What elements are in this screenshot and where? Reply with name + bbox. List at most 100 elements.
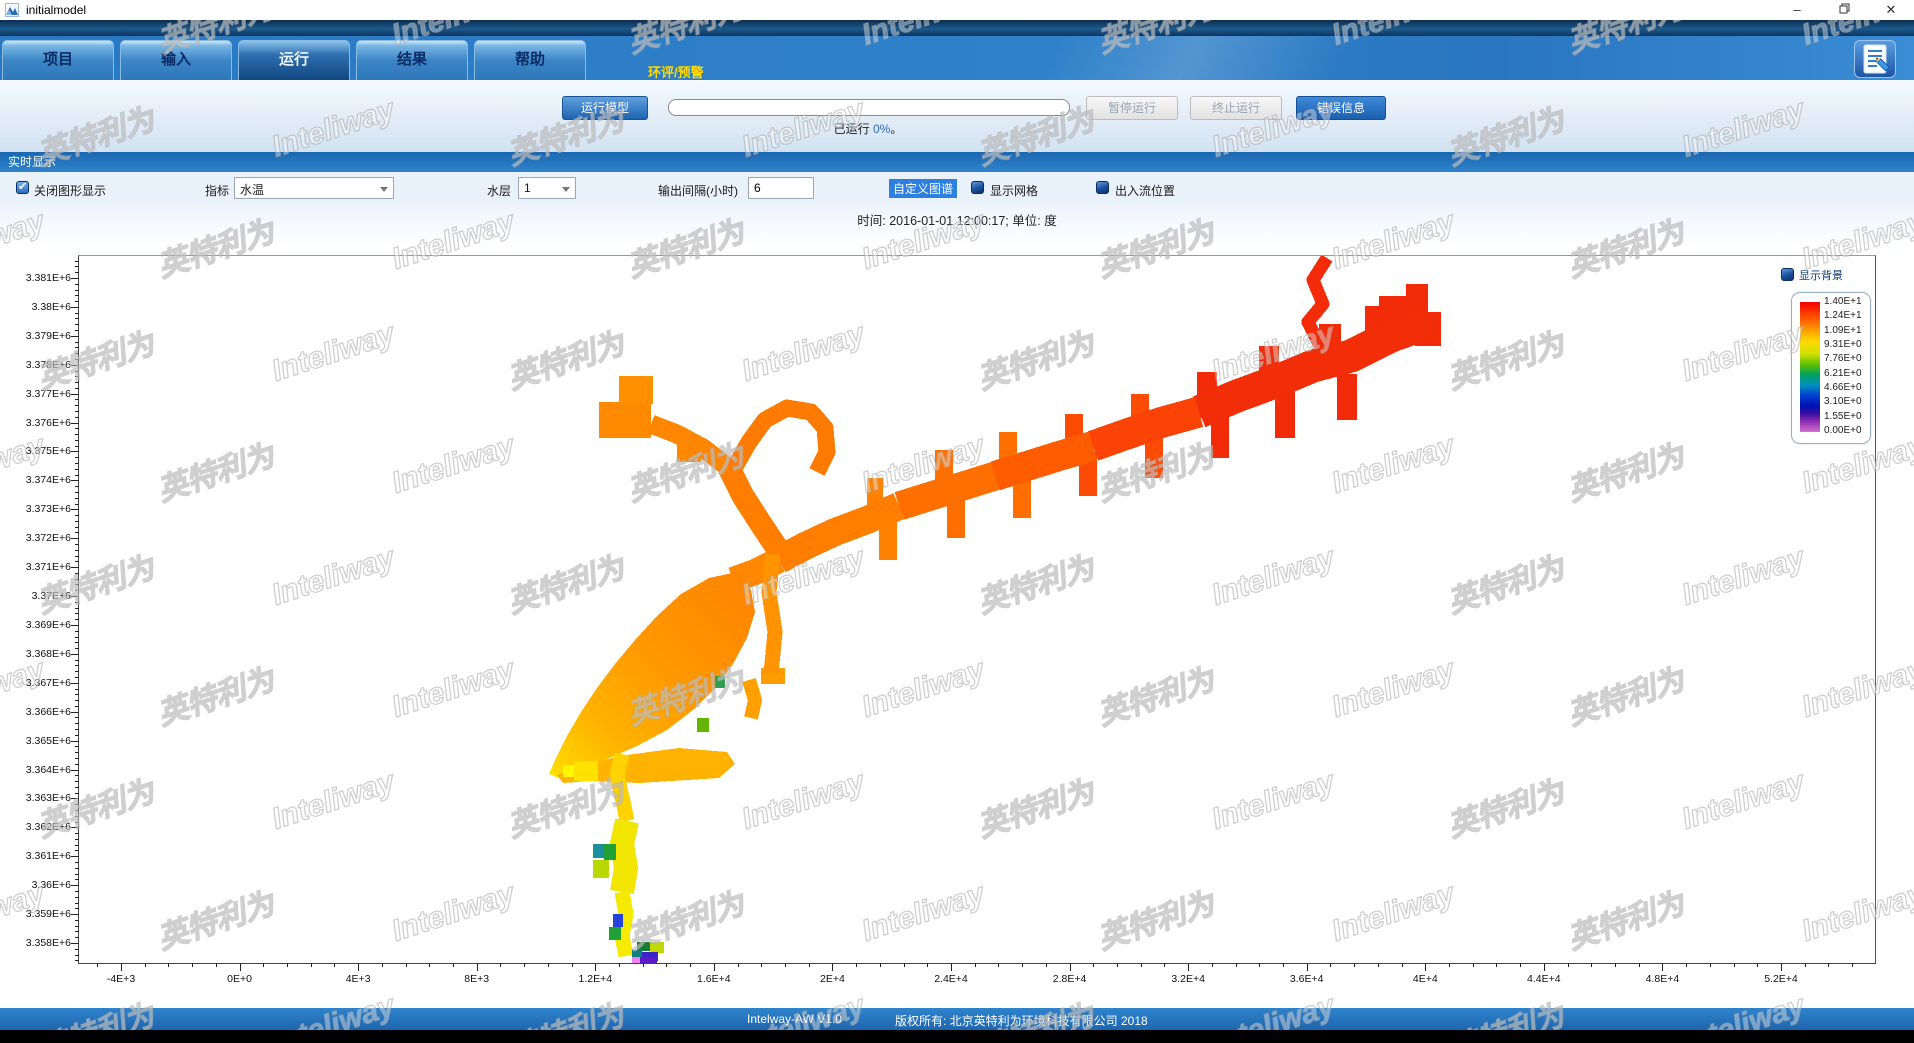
x-axis-label: 2.4E+4 <box>909 973 993 985</box>
legend-value: 1.24E+1 <box>1824 311 1862 321</box>
show-background-toggle[interactable]: 显示背景 <box>1781 266 1843 283</box>
y-axis-tick <box>71 654 79 655</box>
y-axis-label: 3.368E+6 <box>3 648 71 660</box>
tab-help[interactable]: 帮助 <box>474 40 586 80</box>
x-axis-tick <box>382 963 383 967</box>
pause-run-button[interactable]: 暂停运行 <box>1086 96 1178 120</box>
x-axis-tick <box>1354 963 1355 967</box>
y-axis-tick <box>75 706 79 707</box>
y-axis-tick <box>75 579 79 580</box>
y-axis-tick <box>75 388 79 389</box>
restore-button[interactable] <box>1821 0 1867 20</box>
x-axis-tick <box>666 963 667 967</box>
y-axis-tick <box>75 746 79 747</box>
x-axis-tick <box>1591 963 1592 967</box>
legend-box: 1.40E+11.24E+11.09E+19.31E+07.76E+06.21E… <box>1791 292 1871 444</box>
y-axis-tick <box>71 278 79 279</box>
restore-icon <box>1839 3 1850 14</box>
indicator-select[interactable]: 水温 <box>234 177 394 199</box>
x-axis-tick <box>1236 963 1237 967</box>
bottom-black-strip <box>0 1030 1914 1043</box>
y-axis-tick <box>75 804 79 805</box>
y-axis-label: 3.359E+6 <box>3 908 71 920</box>
error-info-button[interactable]: 错误信息 <box>1296 96 1386 120</box>
y-axis-tick <box>71 509 79 510</box>
y-axis-tick <box>71 480 79 481</box>
y-axis-tick <box>71 365 79 366</box>
y-axis-tick <box>75 775 79 776</box>
tab-result[interactable]: 结果 <box>356 40 468 80</box>
tab-run[interactable]: 运行 <box>238 40 350 80</box>
x-axis-label: -4E+3 <box>79 973 163 985</box>
x-axis-tick <box>998 963 999 967</box>
x-axis-tick <box>1425 963 1426 971</box>
y-axis-tick <box>75 561 79 562</box>
y-axis-tick <box>75 353 79 354</box>
y-axis-tick <box>71 914 79 915</box>
y-axis-tick <box>71 423 79 424</box>
x-axis-tick <box>406 963 407 967</box>
x-axis-tick <box>524 963 525 967</box>
run-model-button[interactable]: 运行模型 <box>562 96 648 120</box>
x-axis-tick <box>714 963 715 971</box>
close-graph-checkbox[interactable] <box>16 181 29 194</box>
show-grid-checkbox[interactable] <box>971 181 984 194</box>
y-axis-tick <box>75 457 79 458</box>
y-axis-tick <box>75 752 79 753</box>
y-axis-tick <box>71 856 79 857</box>
x-axis-tick <box>1496 963 1497 967</box>
y-axis-tick <box>71 596 79 597</box>
tab-project[interactable]: 项目 <box>2 40 114 80</box>
x-axis-tick <box>927 963 928 967</box>
x-axis-label: 1.2E+4 <box>553 973 637 985</box>
document-edit-icon[interactable] <box>1854 40 1896 78</box>
tab-env-warning[interactable]: 环评/预警 <box>648 62 704 81</box>
x-axis-tick <box>1805 963 1806 967</box>
show-background-checkbox[interactable] <box>1781 268 1794 281</box>
x-axis-tick <box>1022 963 1023 967</box>
x-axis-tick <box>880 963 881 967</box>
x-axis-tick <box>1852 963 1853 967</box>
chevron-down-icon <box>380 187 388 192</box>
app-icon <box>5 3 19 17</box>
x-axis-tick <box>1330 963 1331 967</box>
x-axis-label: 4E+3 <box>316 973 400 985</box>
inout-flow-checkbox[interactable] <box>1096 181 1109 194</box>
y-axis-tick <box>75 926 79 927</box>
realtime-controls: 关闭图形显示 指标 水温 水层 1 输出间隔(小时) 自定义图谱 显示网格 出入… <box>0 172 1914 204</box>
x-axis-label: 3.2E+4 <box>1146 973 1230 985</box>
y-axis-tick <box>75 584 79 585</box>
y-axis-tick <box>75 833 79 834</box>
stop-run-button[interactable]: 终止运行 <box>1190 96 1282 120</box>
x-axis-label: 0E+0 <box>198 973 282 985</box>
y-axis-label: 3.364E+6 <box>3 764 71 776</box>
legend-value: 1.40E+1 <box>1824 297 1862 307</box>
x-axis-tick <box>548 963 549 967</box>
x-axis-tick <box>904 963 905 967</box>
tab-input[interactable]: 输入 <box>120 40 232 80</box>
x-axis-tick <box>1473 963 1474 967</box>
x-axis-label: 1.6E+4 <box>672 973 756 985</box>
close-button[interactable]: ✕ <box>1868 0 1914 20</box>
legend-value: 1.55E+0 <box>1824 412 1862 422</box>
legend-colorbar <box>1800 302 1820 432</box>
y-axis-tick <box>75 781 79 782</box>
y-axis-label: 3.371E+6 <box>3 561 71 573</box>
y-axis-tick <box>75 937 79 938</box>
interval-input[interactable] <box>748 177 814 199</box>
layer-select[interactable]: 1 <box>518 177 576 199</box>
y-axis-tick <box>75 689 79 690</box>
y-axis-label: 3.377E+6 <box>3 388 71 400</box>
minimize-button[interactable]: – <box>1774 0 1820 20</box>
x-axis-tick <box>951 963 952 971</box>
y-axis-tick <box>71 943 79 944</box>
y-axis-label: 3.358E+6 <box>3 937 71 949</box>
legend-value: 9.31E+0 <box>1824 340 1862 350</box>
x-axis-tick <box>619 963 620 967</box>
y-axis-tick <box>75 347 79 348</box>
y-axis-tick <box>75 602 79 603</box>
y-axis-tick <box>75 573 79 574</box>
custom-legend-button[interactable]: 自定义图谱 <box>889 179 957 198</box>
status-bar: Intelway-AW V1.0 版权所有: 北京英特利为环境科技有限公司 20… <box>0 1008 1914 1030</box>
x-axis-tick <box>263 963 264 967</box>
